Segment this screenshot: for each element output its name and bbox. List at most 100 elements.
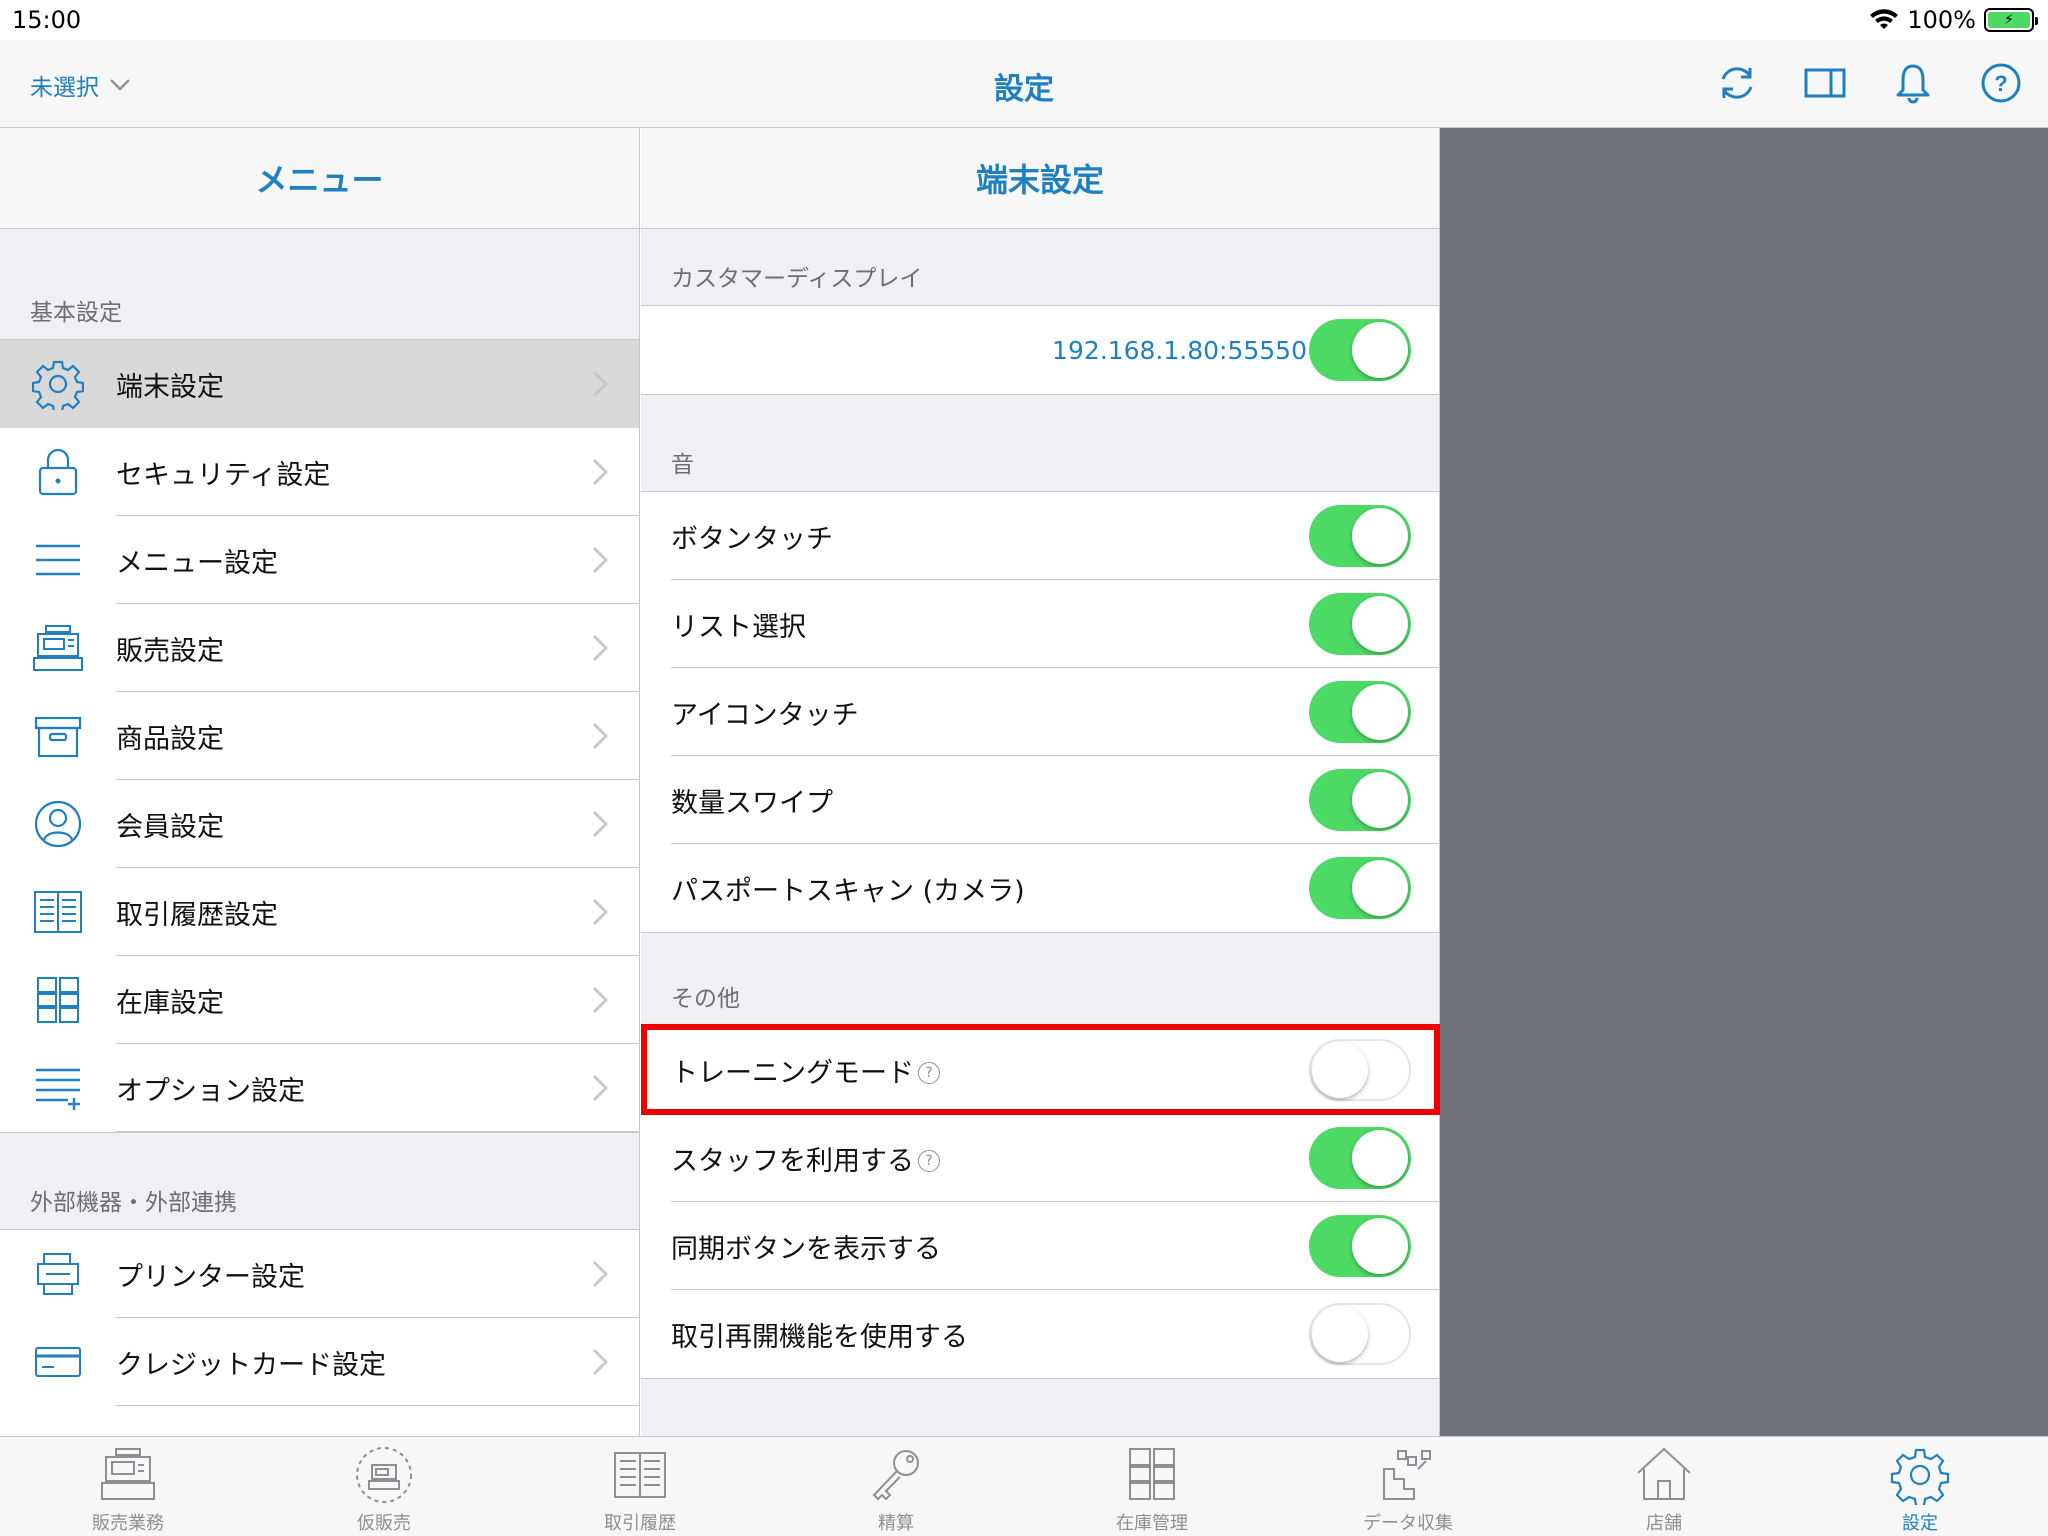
- book-icon: [614, 1452, 666, 1498]
- nav-bar: 未選択 設定 ?: [0, 40, 2048, 128]
- chevron-right-icon: [592, 458, 609, 486]
- icon-touch-toggle[interactable]: [1309, 681, 1411, 743]
- row-label: アイコンタッチ: [671, 699, 859, 731]
- menu-list-basic: 端末設定 セキュリティ設定 メニュー設定 販売設定 商品設定 会員設定 取引履歴…: [0, 339, 639, 1133]
- button-touch-toggle[interactable]: [1309, 505, 1411, 567]
- row-quantity-swipe: 数量スワイプ: [641, 756, 1439, 844]
- shelves-icon: [30, 972, 86, 1028]
- row-passport-scan: パスポートスキャン (カメラ): [641, 844, 1439, 932]
- tab-sales[interactable]: 販売業務: [0, 1437, 256, 1536]
- section-label-customer-display: カスタマーディスプレイ: [671, 266, 923, 292]
- tab-data-collection[interactable]: データ収集: [1280, 1437, 1536, 1536]
- menu-item-label: セキュリティ設定: [116, 459, 331, 491]
- menu-item-label: 会員設定: [116, 811, 224, 843]
- menu-item-label: 商品設定: [116, 723, 224, 755]
- menu-item-label: 在庫設定: [116, 987, 224, 1019]
- row-icon-touch: アイコンタッチ: [641, 668, 1439, 756]
- training-mode-label: トレーニングモード: [671, 1057, 914, 1089]
- menu-item-label: オプション設定: [116, 1075, 305, 1107]
- tab-settlement[interactable]: 精算: [768, 1437, 1024, 1536]
- resume-transaction-toggle[interactable]: [1309, 1303, 1411, 1365]
- tab-settings[interactable]: 設定: [1792, 1437, 2048, 1536]
- detail-panel: 端末設定 カスタマーディスプレイ 192.168.1.80:55550 音 ボタ…: [641, 128, 1440, 1436]
- list-plus-icon: [30, 1060, 86, 1116]
- training-mode-toggle[interactable]: [1309, 1039, 1411, 1101]
- tab-temp-sales[interactable]: 仮販売: [256, 1437, 512, 1536]
- gear-icon: [1890, 1448, 1950, 1505]
- tab-label: 店舗: [1646, 1513, 1682, 1534]
- menu-item-option-settings[interactable]: オプション設定: [0, 1044, 639, 1132]
- menu-item-label: プリンター設定: [116, 1261, 305, 1293]
- status-bar: 15:00 100% ⚡: [0, 0, 2048, 40]
- row-label: ボタンタッチ: [671, 523, 833, 555]
- tab-label: 設定: [1902, 1513, 1938, 1534]
- sync-icon[interactable]: [1716, 62, 1758, 104]
- menu-list-external: プリンター設定 クレジットカード設定: [0, 1229, 639, 1436]
- tab-label: 在庫管理: [1116, 1513, 1188, 1534]
- menu-item-product-settings[interactable]: 商品設定: [0, 692, 639, 780]
- tab-label: 取引履歴: [604, 1513, 676, 1534]
- menu-item-sales-settings[interactable]: 販売設定: [0, 604, 639, 692]
- lock-icon: [30, 444, 86, 500]
- row-button-touch: ボタンタッチ: [641, 492, 1439, 580]
- row-label: パスポートスキャン (カメラ): [671, 875, 1025, 907]
- menu-item-partial[interactable]: [0, 1406, 639, 1436]
- row-label: 同期ボタンを表示する: [671, 1233, 941, 1265]
- temp-register-icon: [356, 1447, 412, 1503]
- printer-icon: [30, 1246, 86, 1302]
- menu-item-history-settings[interactable]: 取引履歴設定: [0, 868, 639, 956]
- status-time: 15:00: [12, 6, 82, 34]
- person-icon: [30, 796, 86, 852]
- section-label-basic: 基本設定: [30, 300, 122, 326]
- row-use-staff: スタッフを利用する ?: [641, 1114, 1439, 1202]
- tab-label: 販売業務: [92, 1513, 164, 1534]
- menu-item-inventory-settings[interactable]: 在庫設定: [0, 956, 639, 1044]
- menu-item-member-settings[interactable]: 会員設定: [0, 780, 639, 868]
- menu-item-label: クレジットカード設定: [116, 1349, 386, 1381]
- customer-display-toggle[interactable]: [1309, 319, 1411, 381]
- menu-item-menu-settings[interactable]: メニュー設定: [0, 516, 639, 604]
- shelves-icon: [1129, 1448, 1175, 1500]
- help-icon[interactable]: ?: [918, 1150, 940, 1172]
- register-icon: [101, 1448, 155, 1500]
- menu-panel: メニュー 基本設定 端末設定 セキュリティ設定 メニュー設定 販売設定 商品設定…: [0, 128, 640, 1436]
- chevron-right-icon: [592, 634, 609, 662]
- key-icon: [872, 1450, 919, 1501]
- row-label: スタッフを利用する ?: [671, 1139, 1309, 1178]
- show-sync-button-toggle[interactable]: [1309, 1215, 1411, 1277]
- status-right: 100% ⚡: [1869, 6, 2038, 34]
- passport-scan-toggle[interactable]: [1309, 857, 1411, 919]
- chevron-right-icon: [592, 1348, 609, 1376]
- menu-item-label: 取引履歴設定: [116, 899, 278, 931]
- tab-label: 精算: [878, 1513, 914, 1534]
- menu-item-label: 端末設定: [116, 371, 224, 403]
- help-icon[interactable]: ?: [1980, 62, 2022, 104]
- wifi-icon: [1870, 9, 1899, 29]
- chevron-right-icon: [592, 1074, 609, 1102]
- tab-bar: 販売業務 仮販売 取引履歴 精算 在庫管理 データ収集 店舗 設定: [0, 1436, 2048, 1536]
- menu-item-label: メニュー設定: [116, 547, 278, 579]
- tab-inventory[interactable]: 在庫管理: [1024, 1437, 1280, 1536]
- tab-store[interactable]: 店舗: [1536, 1437, 1792, 1536]
- detail-placeholder: [1440, 128, 2048, 1436]
- row-label: リスト選択: [671, 611, 806, 643]
- list-select-toggle[interactable]: [1309, 593, 1411, 655]
- credit-card-icon: [30, 1334, 86, 1390]
- use-staff-label: スタッフを利用する: [671, 1145, 914, 1177]
- use-staff-toggle[interactable]: [1309, 1127, 1411, 1189]
- bell-icon[interactable]: [1892, 62, 1934, 104]
- detail-header: 端末設定: [641, 128, 1439, 229]
- help-icon[interactable]: ?: [918, 1062, 940, 1084]
- split-view-icon[interactable]: [1804, 62, 1846, 104]
- menu-item-credit-card-settings[interactable]: クレジットカード設定: [0, 1318, 639, 1406]
- gear-icon: [30, 356, 86, 412]
- row-label: 数量スワイプ: [671, 787, 833, 819]
- svg-text:?: ?: [1994, 71, 2007, 96]
- menu-item-device-settings[interactable]: 端末設定: [0, 340, 639, 428]
- quantity-swipe-toggle[interactable]: [1309, 769, 1411, 831]
- menu-item-security-settings[interactable]: セキュリティ設定: [0, 428, 639, 516]
- tab-history[interactable]: 取引履歴: [512, 1437, 768, 1536]
- menu-item-printer-settings[interactable]: プリンター設定: [0, 1230, 639, 1318]
- row-show-sync-button: 同期ボタンを表示する: [641, 1202, 1439, 1290]
- menu-header: メニュー: [0, 128, 639, 229]
